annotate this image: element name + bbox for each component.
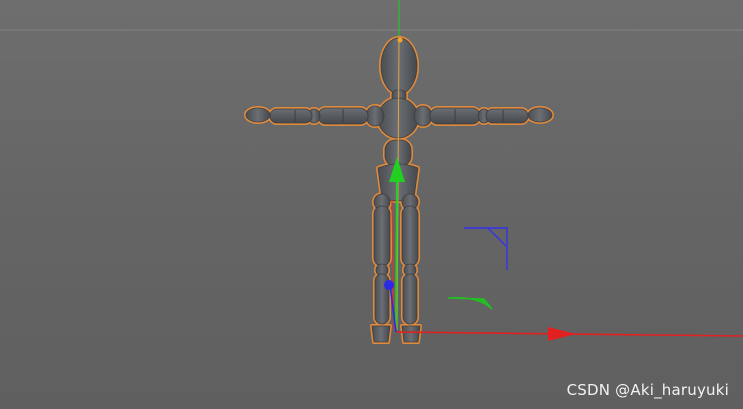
right-hand	[527, 107, 553, 123]
pivot-dot[interactable]	[397, 37, 403, 43]
left-hand	[245, 107, 271, 123]
left-forearm	[269, 108, 313, 124]
left-foot	[371, 325, 391, 343]
right-shoulder	[413, 105, 433, 127]
gizmo-xz-plane-handle[interactable]	[447, 297, 493, 310]
move-gizmo[interactable]	[384, 37, 743, 342]
3d-viewport[interactable]: CSDN @Aki_haruyuki	[0, 0, 743, 409]
gizmo-y-axis[interactable]	[395, 177, 398, 333]
gizmo-x-arrow[interactable]	[548, 327, 576, 341]
viewport-scene[interactable]	[0, 0, 743, 409]
right-forearm	[485, 108, 529, 124]
right-thigh	[401, 205, 419, 267]
gizmo-z-handle[interactable]	[384, 280, 394, 290]
left-shoulder	[365, 105, 385, 127]
gizmo-xy-plane-handle[interactable]	[464, 227, 508, 270]
right-foot	[401, 325, 421, 343]
right-shin	[402, 273, 418, 325]
watermark-text: CSDN @Aki_haruyuki	[566, 381, 729, 399]
left-thigh	[373, 205, 391, 267]
